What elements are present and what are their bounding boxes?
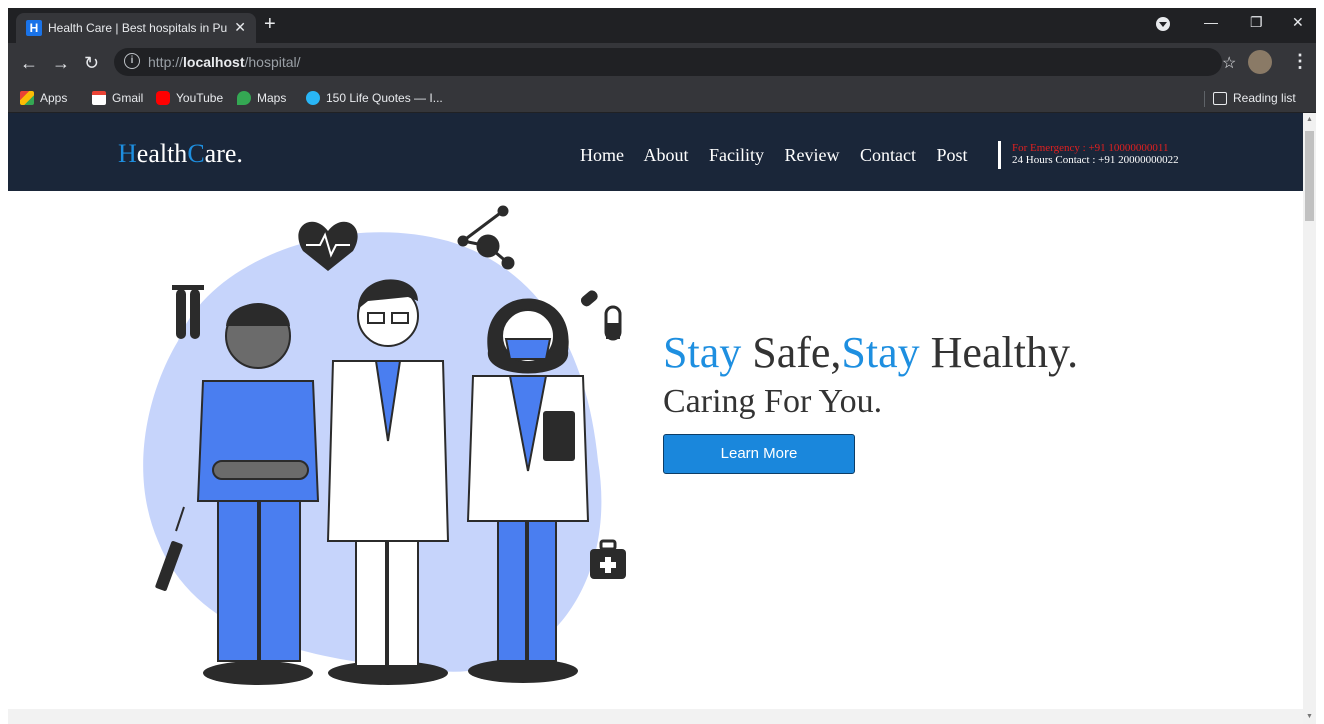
- maps-icon: [237, 91, 251, 105]
- browser-tab[interactable]: H Health Care | Best hospitals in Pu ✕: [16, 13, 256, 43]
- pinterest-icon: [306, 91, 320, 105]
- bookmark-star-icon[interactable]: ☆: [1222, 53, 1236, 73]
- back-arrow-icon[interactable]: ←: [20, 53, 38, 73]
- bookmark-maps[interactable]: Maps: [237, 91, 286, 105]
- nav-facility[interactable]: Facility: [709, 145, 764, 165]
- contact-info: For Emergency : +91 10000000011 24 Hours…: [1012, 142, 1179, 166]
- emergency-number: For Emergency : +91 10000000011: [1012, 142, 1169, 154]
- tab-strip: H Health Care | Best hospitals in Pu ✕ +…: [8, 8, 1316, 43]
- nav-home[interactable]: Home: [580, 145, 624, 165]
- hero-subline: Caring For You.: [663, 383, 883, 420]
- doctors-illustration: [143, 205, 626, 685]
- bookmarks-divider: [1204, 91, 1205, 107]
- site-favicon-icon: H: [26, 20, 42, 36]
- nav-post[interactable]: Post: [937, 145, 968, 165]
- web-page: HealthCare. Home About Facility Review C…: [8, 113, 1303, 724]
- youtube-icon: [156, 91, 170, 105]
- pill-icon: [580, 290, 622, 341]
- nav-divider: [998, 141, 1001, 169]
- hero-headline: Stay Safe,Stay Healthy.: [663, 328, 1079, 377]
- learn-more-button[interactable]: Learn More: [663, 434, 855, 474]
- bookmark-youtube[interactable]: YouTube: [156, 91, 223, 105]
- hero-text-block: Stay Safe,Stay Healthy. Caring For You. …: [663, 328, 1078, 474]
- bookmark-apps[interactable]: Apps: [20, 91, 67, 105]
- scroll-up-icon[interactable]: ▲: [1306, 116, 1313, 123]
- reading-list-icon: [1213, 92, 1227, 105]
- more-menu-icon[interactable]: ⋮: [1291, 52, 1309, 70]
- hours-contact-number: 24 Hours Contact : +91 20000000022: [1012, 154, 1179, 166]
- site-navbar: HealthCare. Home About Facility Review C…: [8, 113, 1303, 191]
- url-text: http://localhost/hospital/: [148, 54, 301, 70]
- browser-window: H Health Care | Best hospitals in Pu ✕ +…: [8, 8, 1316, 724]
- gmail-icon: [92, 91, 106, 105]
- site-logo[interactable]: HealthCare.: [118, 139, 243, 169]
- forward-arrow-icon[interactable]: →: [52, 53, 70, 73]
- nav-about[interactable]: About: [644, 145, 689, 165]
- page-scrollbar[interactable]: ▲ ▼: [1303, 113, 1316, 724]
- address-bar[interactable]: i http://localhost/hospital/: [114, 48, 1222, 76]
- nav-contact[interactable]: Contact: [860, 145, 916, 165]
- minimize-icon[interactable]: —: [1204, 14, 1218, 30]
- user-avatar[interactable]: [1248, 50, 1272, 74]
- close-window-icon[interactable]: ✕: [1292, 14, 1304, 31]
- new-tab-icon[interactable]: +: [264, 14, 276, 34]
- scrollbar-thumb[interactable]: [1305, 131, 1314, 221]
- nav-links: Home About Facility Review Contact Post: [580, 145, 984, 166]
- nav-review[interactable]: Review: [785, 145, 840, 165]
- apps-grid-icon: [20, 91, 34, 105]
- reading-list-button[interactable]: Reading list: [1213, 91, 1296, 105]
- profile-menu-icon[interactable]: [1156, 17, 1170, 31]
- scroll-down-icon[interactable]: ▼: [1306, 713, 1313, 720]
- next-section-edge: [8, 709, 1303, 724]
- bookmarks-bar: Apps Gmail YouTube Maps 150 Life Quotes …: [8, 85, 1316, 113]
- reload-icon[interactable]: ↻: [84, 53, 99, 73]
- restore-icon[interactable]: ❐: [1250, 14, 1263, 31]
- close-tab-icon[interactable]: ✕: [234, 19, 246, 36]
- tab-title: Health Care | Best hospitals in Pu: [48, 21, 228, 35]
- site-info-icon[interactable]: i: [124, 53, 140, 69]
- browser-toolbar: ← → ↻ i http://localhost/hospital/ ☆ ⋮: [8, 43, 1316, 85]
- bookmark-life-quotes[interactable]: 150 Life Quotes — I...: [306, 91, 443, 105]
- bookmark-gmail[interactable]: Gmail: [92, 91, 143, 105]
